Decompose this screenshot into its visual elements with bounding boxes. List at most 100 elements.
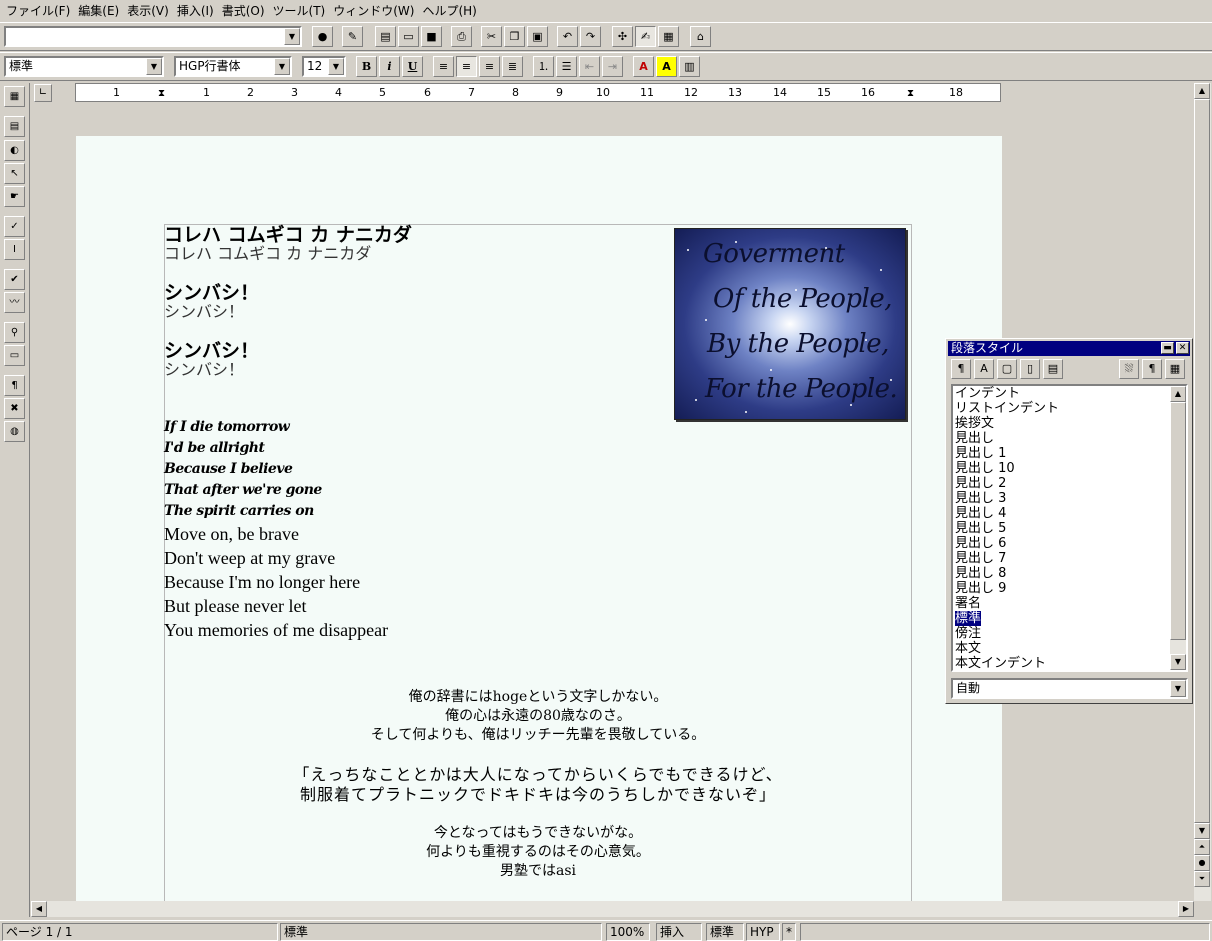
copy-button[interactable]: ❐ xyxy=(504,26,525,47)
style-list[interactable]: インデント リストインデント 挨拶文 見出し 見出し 1 見出し 10 見出し … xyxy=(951,384,1188,672)
align-center-button[interactable]: ≡ xyxy=(456,56,477,77)
bold-button[interactable]: B xyxy=(356,56,377,77)
font-name-combo[interactable]: HGP行書体 ▼ xyxy=(174,56,292,77)
style-item[interactable]: 見出し xyxy=(955,431,994,446)
undo-button[interactable]: ↶ xyxy=(557,26,578,47)
explorer-button[interactable]: ⌂ xyxy=(690,26,711,47)
vertical-scrollbar[interactable]: ▲ ▼ ⏶ ● ⏷ xyxy=(1194,83,1211,901)
horizontal-ruler[interactable]: 1 ⧗ 1 2 3 4 5 6 7 8 9 10 11 12 13 14 15 … xyxy=(75,83,1001,102)
character-styles-button[interactable]: A xyxy=(974,359,994,379)
scroll-up-button[interactable]: ▲ xyxy=(1194,83,1210,99)
increase-indent-button[interactable]: ⇥ xyxy=(602,56,623,77)
previous-page-button[interactable]: ⏶ xyxy=(1194,839,1210,855)
insert-field-button[interactable]: ▤ xyxy=(4,116,25,137)
font-color-button[interactable]: A xyxy=(633,56,654,77)
gallery-button[interactable]: ▦ xyxy=(658,26,679,47)
next-page-button[interactable]: ⏷ xyxy=(1194,871,1210,887)
menu-insert[interactable]: 挿入(I) xyxy=(175,2,220,20)
close-button[interactable]: ✕ xyxy=(1176,342,1189,354)
style-item[interactable]: 見出し 7 xyxy=(955,551,1006,566)
find-button[interactable]: ⚲ xyxy=(4,322,25,343)
save-button[interactable]: ■ xyxy=(421,26,442,47)
style-item[interactable]: リストインデント xyxy=(955,401,1059,416)
insert-object-button[interactable]: ◐ xyxy=(4,140,25,161)
style-item[interactable]: 見出し 2 xyxy=(955,476,1006,491)
justify-button[interactable]: ≣ xyxy=(502,56,523,77)
horizontal-scrollbar[interactable]: ◀ ▶ xyxy=(31,901,1194,917)
scroll-thumb[interactable] xyxy=(1194,99,1210,823)
navigator-button[interactable]: ✣ xyxy=(612,26,633,47)
tab-type-button[interactable]: ∟ xyxy=(34,84,52,102)
galaxy-image[interactable]: Goverment Of the People, By the People, … xyxy=(674,228,906,420)
numbering-styles-button[interactable]: ▤ xyxy=(1043,359,1063,379)
menu-tools[interactable]: ツール(T) xyxy=(271,2,332,20)
style-item[interactable]: 見出し 9 xyxy=(955,581,1006,596)
font-size-combo[interactable]: 12 ▼ xyxy=(302,56,346,77)
scroll-up-button[interactable]: ▲ xyxy=(1170,386,1186,402)
style-item[interactable]: 見出し 4 xyxy=(955,506,1006,521)
selection-mode-indicator[interactable]: 標準 xyxy=(706,923,744,941)
page[interactable]: コレハ コムギコ カ ナニカダ コレハ コムギコ カ ナニカダ シンバシ！ シン… xyxy=(76,136,1002,901)
style-item[interactable]: 傍注 xyxy=(955,626,981,641)
page-styles-button[interactable]: ▯ xyxy=(1020,359,1040,379)
style-item-selected[interactable]: 標準 xyxy=(953,610,983,627)
menu-view[interactable]: 表示(V) xyxy=(125,2,175,20)
graphics-off-button[interactable]: ✖ xyxy=(4,398,25,419)
text-cursor-button[interactable]: I xyxy=(4,239,25,260)
style-item[interactable]: インデント xyxy=(955,386,1020,401)
chevron-down-icon[interactable]: ▼ xyxy=(328,58,344,75)
new-button[interactable]: ▤ xyxy=(375,26,396,47)
style-item[interactable]: 本文インデント xyxy=(955,656,1046,670)
stylist-button[interactable]: ✍ xyxy=(635,26,656,47)
highlight-button[interactable]: A xyxy=(656,56,677,77)
align-left-button[interactable]: ≡ xyxy=(433,56,454,77)
paste-button[interactable]: ▣ xyxy=(527,26,548,47)
page-indicator[interactable]: ページ 1 / 1 xyxy=(2,923,278,941)
chevron-down-icon[interactable]: ▼ xyxy=(1170,680,1186,697)
online-layout-button[interactable]: ◍ xyxy=(4,421,25,442)
background-color-button[interactable]: ▥ xyxy=(679,56,700,77)
stop-button[interactable]: ● xyxy=(312,26,333,47)
style-item[interactable]: 見出し 10 xyxy=(955,461,1015,476)
scroll-down-button[interactable]: ▼ xyxy=(1194,823,1210,839)
menu-window[interactable]: ウィンドウ(W) xyxy=(331,2,420,20)
style-item[interactable]: 見出し 5 xyxy=(955,521,1006,536)
style-item[interactable]: 見出し 3 xyxy=(955,491,1006,506)
chevron-down-icon[interactable]: ▼ xyxy=(146,58,162,75)
chevron-down-icon[interactable]: ▼ xyxy=(274,58,290,75)
style-item[interactable]: 見出し 6 xyxy=(955,536,1006,551)
form-button[interactable]: ☛ xyxy=(4,186,25,207)
select-button[interactable]: ↖ xyxy=(4,163,25,184)
autocomplete-button[interactable]: ✓ xyxy=(4,216,25,237)
style-list-scrollbar[interactable]: ▲ ▼ xyxy=(1170,386,1186,670)
style-item[interactable]: 挨拶文 xyxy=(955,416,994,431)
cut-button[interactable]: ✂ xyxy=(481,26,502,47)
numbering-button[interactable]: ⒈ xyxy=(533,56,554,77)
scroll-thumb[interactable] xyxy=(1170,402,1186,640)
menu-format[interactable]: 書式(O) xyxy=(220,2,271,20)
paragraph-style-combo[interactable]: 標準 ▼ xyxy=(4,56,164,77)
new-style-button[interactable]: ¶ xyxy=(1142,359,1162,379)
decrease-indent-button[interactable]: ⇤ xyxy=(579,56,600,77)
align-right-button[interactable]: ≡ xyxy=(479,56,500,77)
datasource-button[interactable]: ▭ xyxy=(4,345,25,366)
underline-button[interactable]: U xyxy=(402,56,423,77)
italic-button[interactable]: i xyxy=(379,56,400,77)
update-style-button[interactable]: ▦ xyxy=(1165,359,1185,379)
page-style-indicator[interactable]: 標準 xyxy=(280,923,602,941)
style-item[interactable]: 見出し 1 xyxy=(955,446,1006,461)
spellcheck-button[interactable]: ✔ xyxy=(4,269,25,290)
redo-button[interactable]: ↷ xyxy=(580,26,601,47)
menu-edit[interactable]: 編集(E) xyxy=(76,2,125,20)
bullets-button[interactable]: ☰ xyxy=(556,56,577,77)
menu-file[interactable]: ファイル(F) xyxy=(4,2,76,20)
menu-help[interactable]: ヘルプ(H) xyxy=(420,2,482,20)
insert-table-button[interactable]: ▦ xyxy=(4,86,25,107)
edit-file-button[interactable]: ✎ xyxy=(342,26,363,47)
insert-mode-indicator[interactable]: 挿入 xyxy=(656,923,702,941)
url-combo[interactable]: ▼ xyxy=(4,26,302,47)
style-item[interactable]: 本文 xyxy=(955,641,981,656)
zoom-indicator[interactable]: 100% xyxy=(606,923,650,941)
frame-styles-button[interactable]: ▢ xyxy=(997,359,1017,379)
style-item[interactable]: 署名 xyxy=(955,596,981,611)
